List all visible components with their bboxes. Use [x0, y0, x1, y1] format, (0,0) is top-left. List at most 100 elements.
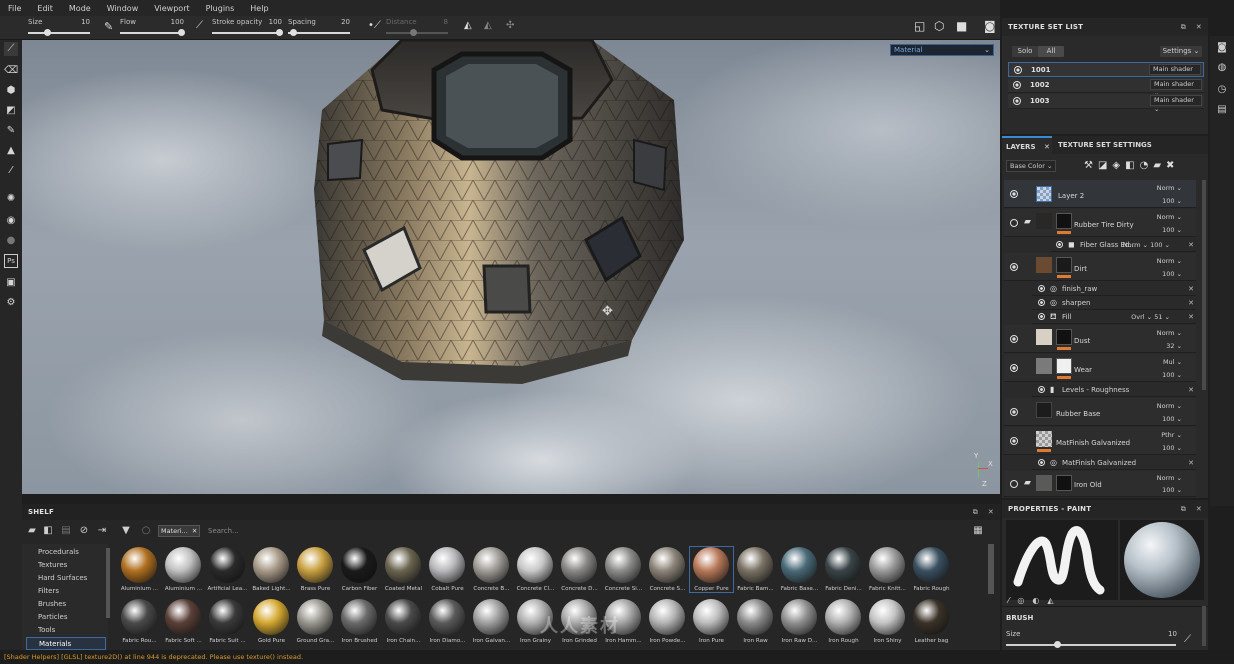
material-swatch[interactable]: Concrete Si...	[602, 547, 645, 592]
layer-row[interactable]: Layer 2 Norm ⌄ 100 ⌄	[1004, 180, 1196, 208]
iray-icon[interactable]: ◉	[4, 214, 18, 228]
close-icon[interactable]: ✕	[1188, 459, 1194, 467]
material-swatch[interactable]: Fabric Bam...	[734, 547, 777, 592]
blend-mode[interactable]: Norm ⌄ 100 ⌄	[1123, 241, 1170, 249]
blend-mode[interactable]: Ovrl ⌄ 51 ⌄	[1131, 313, 1170, 321]
opacity-value[interactable]: 32 ⌄	[1166, 342, 1182, 350]
float-icon[interactable]: ⧉	[1181, 505, 1186, 513]
eraser-icon[interactable]: ⌫	[4, 64, 18, 78]
add-layer-icon[interactable]: ◧	[1125, 160, 1139, 171]
texture-set-row[interactable]: 1001 Main shader ⌄	[1008, 62, 1204, 82]
opacity-value[interactable]: 100 ⌄	[1162, 486, 1182, 494]
brush-size-knob[interactable]	[1054, 641, 1061, 648]
category-hard-surfaces[interactable]: Hard Surfaces	[26, 572, 106, 585]
sub-layer-row[interactable]: ◎ finish_raw ✕	[1032, 282, 1196, 296]
material-swatch[interactable]: Carbon Fiber	[338, 547, 381, 592]
opacity-value[interactable]: 100 ⌄	[1162, 197, 1182, 205]
opacity-value[interactable]: 100 ⌄	[1162, 226, 1182, 234]
material-swatch[interactable]: Iron Brushed	[338, 599, 381, 644]
alpha-icon[interactable]: ◎	[1017, 596, 1032, 605]
blend-mode[interactable]: Norm ⌄	[1157, 257, 1182, 265]
eye-icon[interactable]	[1010, 364, 1018, 372]
add-effect-icon[interactable]: ⚒	[1084, 160, 1098, 171]
close-icon[interactable]: ✕	[1188, 241, 1194, 249]
stencil-icon[interactable]: ◭	[1047, 596, 1061, 605]
material-swatch[interactable]: Fabric Base...	[778, 547, 821, 592]
texture-set-row[interactable]: 1003 Main shader ⌄	[1008, 94, 1204, 113]
close-icon[interactable]: ✕	[1196, 505, 1202, 513]
refresh-icon[interactable]: ○	[140, 525, 152, 537]
material-swatch[interactable]: Copper Pure	[689, 546, 734, 593]
eye-icon[interactable]	[1010, 408, 1018, 416]
close-icon[interactable]: ✕	[1044, 143, 1050, 151]
eye-icon[interactable]	[1010, 263, 1018, 271]
blend-mode[interactable]: Norm ⌄	[1157, 329, 1182, 337]
new-shelf-icon[interactable]: ◧	[42, 525, 54, 537]
layer-row[interactable]: ▰ Rubber Tire Dirty Norm ⌄ 100 ⌄	[1004, 209, 1196, 237]
category-textures[interactable]: Textures	[26, 559, 106, 572]
close-icon[interactable]: ✕	[1196, 23, 1202, 31]
flow-slider[interactable]: Flow 100	[120, 18, 185, 38]
material-swatch[interactable]: Concrete Cl...	[514, 547, 557, 592]
paint-brush-icon[interactable]: ⟋	[4, 42, 18, 56]
photoshop-icon[interactable]: Ps	[4, 254, 18, 268]
layers-scrollbar[interactable]	[1202, 180, 1206, 390]
projection-icon[interactable]: ⬢	[4, 84, 18, 98]
tab-texture-set-settings[interactable]: TEXTURE SET SETTINGS	[1054, 136, 1154, 154]
display-settings-icon[interactable]: ◙	[1216, 42, 1228, 54]
brush-tip-icon[interactable]: ⁄	[1008, 596, 1017, 605]
material-swatch[interactable]: Iron Pure	[690, 599, 733, 644]
close-icon[interactable]: ✕	[192, 527, 197, 535]
eye-icon[interactable]	[1010, 219, 1018, 227]
pen-pressure-icon[interactable]: ⟋	[1184, 634, 1191, 645]
add-fill-layer-icon[interactable]: ◈	[1112, 160, 1125, 171]
material-swatch[interactable]: Iron Chain...	[382, 599, 425, 644]
material-swatch[interactable]: Concrete D...	[558, 547, 601, 592]
eye-icon[interactable]	[1038, 299, 1045, 306]
layer-row[interactable]: Rubber Base Norm ⌄ 100 ⌄	[1004, 398, 1196, 426]
hide-icon[interactable]: ⊘	[78, 525, 90, 537]
material-swatch[interactable]: Iron Diamo...	[426, 599, 469, 644]
save-icon[interactable]: ▤	[60, 525, 72, 537]
material-swatch[interactable]: Coated Metal	[382, 547, 425, 592]
shelf-scrollbar[interactable]	[988, 544, 994, 594]
smart-material-icon[interactable]: ◔	[1140, 160, 1154, 171]
symmetry-settings-icon[interactable]: ✣	[506, 20, 514, 31]
blend-mode[interactable]: Norm ⌄	[1157, 184, 1182, 192]
settings-dropdown[interactable]: Settings ⌄	[1160, 46, 1202, 57]
brush-size-slider[interactable]	[1006, 644, 1176, 646]
export-icon[interactable]: ▣	[4, 276, 18, 290]
eye-icon[interactable]	[1013, 97, 1021, 105]
grid-view-icon[interactable]: ▦	[972, 525, 984, 537]
blend-mode[interactable]: Pthr ⌄	[1161, 431, 1182, 439]
opacity-value[interactable]: 100 ⌄	[1162, 415, 1182, 423]
view-3d-icon[interactable]: ⬡	[934, 19, 944, 33]
category-procedurals[interactable]: Procedurals	[26, 546, 106, 559]
delete-icon[interactable]: ✖	[1166, 160, 1179, 171]
lazy-mouse-icon[interactable]: •⟋	[368, 20, 381, 31]
menu-mode[interactable]: Mode	[61, 4, 99, 13]
opacity-value[interactable]: 100 ⌄	[1162, 371, 1182, 379]
camera-icon[interactable]: ■	[956, 19, 967, 33]
texture-set-row[interactable]: 1002 Main shader ⌄	[1008, 78, 1204, 97]
eye-icon[interactable]	[1010, 190, 1018, 198]
material-swatch[interactable]: Aluminium ...	[162, 547, 205, 592]
add-folder-icon[interactable]: ▰	[1153, 160, 1166, 171]
pen-pressure-icon[interactable]: ⟋	[196, 20, 203, 31]
channel-select[interactable]: Base Color ⌄	[1006, 160, 1056, 172]
material-swatch[interactable]: Fabric Rou...	[118, 599, 161, 644]
material-swatch[interactable]: Iron Raw D...	[778, 599, 821, 644]
category-filters[interactable]: Filters	[26, 585, 106, 598]
close-icon[interactable]: ✕	[1188, 285, 1194, 293]
menu-edit[interactable]: Edit	[29, 4, 61, 13]
material-swatch[interactable]: Iron Raw	[734, 599, 777, 644]
layer-row[interactable]: Dirt Norm ⌄ 100 ⌄	[1004, 253, 1196, 281]
filter-icon[interactable]: ▼	[120, 525, 132, 537]
shader-settings-icon[interactable]: ◍	[1216, 62, 1228, 74]
blend-mode[interactable]: Norm ⌄	[1157, 213, 1182, 221]
material-swatch[interactable]: Iron Powde...	[646, 599, 689, 644]
material-swatch[interactable]: Concrete B...	[470, 547, 513, 592]
sub-layer-row[interactable]: ◎ sharpen ✕	[1032, 296, 1196, 310]
import-icon[interactable]: ⇥	[96, 525, 108, 537]
categories-scrollbar[interactable]	[106, 548, 110, 618]
